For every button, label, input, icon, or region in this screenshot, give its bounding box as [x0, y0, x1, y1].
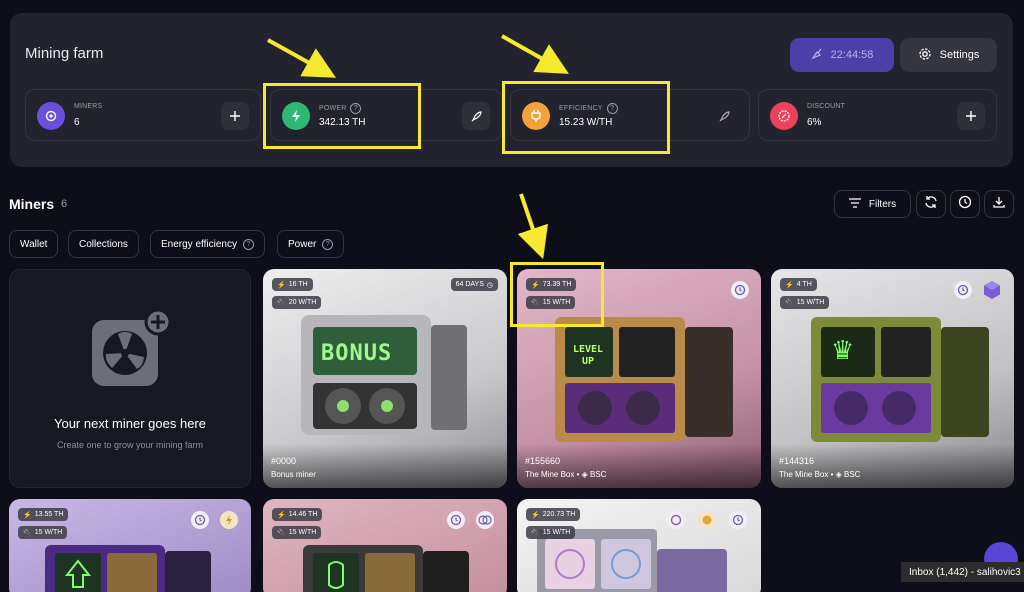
annotation-arrows	[267, 34, 569, 260]
browser-tooltip: Inbox (1,442) - salihovic3	[901, 562, 1024, 582]
